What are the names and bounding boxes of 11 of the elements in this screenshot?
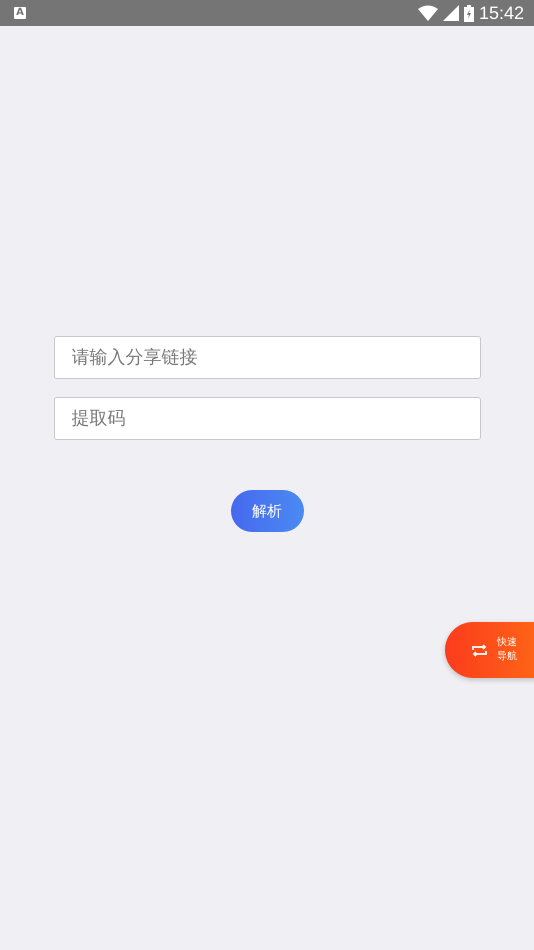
repeat-icon	[472, 644, 487, 656]
notification-icon: A	[14, 7, 26, 19]
parse-button[interactable]: 解析	[230, 490, 304, 532]
quick-nav-label: 快速 导航	[497, 636, 518, 664]
signal-icon	[442, 5, 459, 21]
quick-nav-button[interactable]: 快速 导航	[445, 622, 534, 678]
share-link-field[interactable]: 请输入分享链接	[54, 336, 480, 379]
battery-icon	[464, 4, 474, 22]
extraction-code-field[interactable]: 提取码	[54, 397, 480, 440]
clock-time: 15:42	[478, 2, 524, 24]
wifi-icon	[418, 5, 438, 21]
